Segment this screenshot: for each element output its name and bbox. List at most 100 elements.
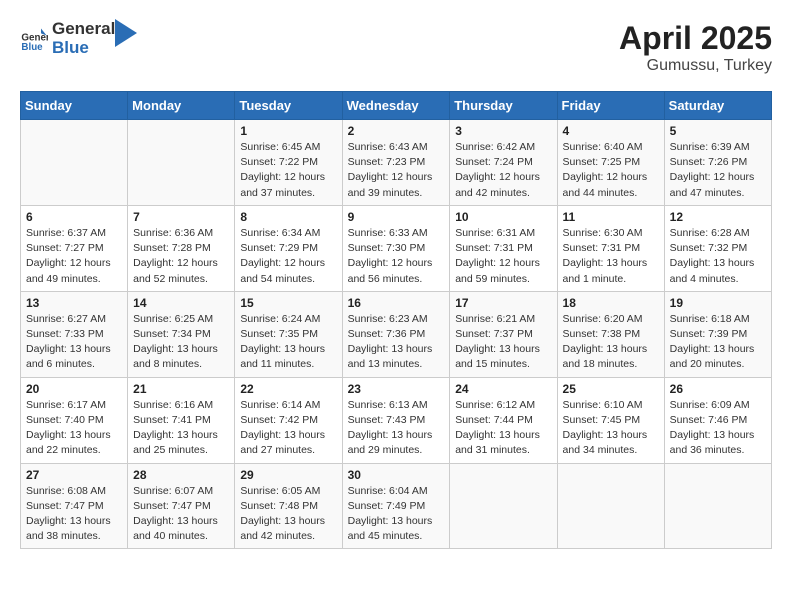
- day-info: Sunrise: 6:42 AM Sunset: 7:24 PM Dayligh…: [455, 140, 551, 201]
- day-info: Sunrise: 6:33 AM Sunset: 7:30 PM Dayligh…: [348, 226, 445, 287]
- day-info: Sunrise: 6:30 AM Sunset: 7:31 PM Dayligh…: [563, 226, 659, 287]
- calendar-table: SundayMondayTuesdayWednesdayThursdayFrid…: [20, 91, 772, 549]
- day-info: Sunrise: 6:09 AM Sunset: 7:46 PM Dayligh…: [670, 398, 766, 459]
- calendar-cell: [664, 463, 771, 549]
- day-number: 13: [26, 296, 122, 310]
- day-number: 2: [348, 124, 445, 138]
- day-info: Sunrise: 6:20 AM Sunset: 7:38 PM Dayligh…: [563, 312, 659, 373]
- day-number: 15: [240, 296, 336, 310]
- day-number: 9: [348, 210, 445, 224]
- day-info: Sunrise: 6:17 AM Sunset: 7:40 PM Dayligh…: [26, 398, 122, 459]
- weekday-header-friday: Friday: [557, 92, 664, 120]
- day-number: 28: [133, 468, 229, 482]
- calendar-cell: 28 Sunrise: 6:07 AM Sunset: 7:47 PM Dayli…: [128, 463, 235, 549]
- logo: General Blue General Blue: [20, 20, 137, 57]
- day-number: 5: [670, 124, 766, 138]
- calendar-cell: 7Sunrise: 6:36 AM Sunset: 7:28 PM Daylig…: [128, 205, 235, 291]
- day-info: Sunrise: 6:14 AM Sunset: 7:42 PM Dayligh…: [240, 398, 336, 459]
- day-number: 29: [240, 468, 336, 482]
- calendar-cell: 17Sunrise: 6:21 AM Sunset: 7:37 PM Dayli…: [450, 291, 557, 377]
- day-number: 30: [348, 468, 445, 482]
- day-number: 7: [133, 210, 229, 224]
- calendar-cell: 18 Sunrise: 6:20 AM Sunset: 7:38 PM Dayli…: [557, 291, 664, 377]
- day-info: Sunrise: 6:18 AM Sunset: 7:39 PM Dayligh…: [670, 312, 766, 373]
- day-info: Sunrise: 6:13 AM Sunset: 7:43 PM Dayligh…: [348, 398, 445, 459]
- calendar-cell: 25Sunrise: 6:10 AM Sunset: 7:45 PM Dayli…: [557, 377, 664, 463]
- weekday-header-tuesday: Tuesday: [235, 92, 342, 120]
- calendar-cell: 16Sunrise: 6:23 AM Sunset: 7:36 PM Dayli…: [342, 291, 450, 377]
- day-info: Sunrise: 6:24 AM Sunset: 7:35 PM Dayligh…: [240, 312, 336, 373]
- calendar-cell: 27Sunrise: 6:08 AM Sunset: 7:47 PM Dayli…: [21, 463, 128, 549]
- calendar-cell: 15 Sunrise: 6:24 AM Sunset: 7:35 PM Dayli…: [235, 291, 342, 377]
- calendar-cell: 9 Sunrise: 6:33 AM Sunset: 7:30 PM Daylig…: [342, 205, 450, 291]
- day-info: Sunrise: 6:04 AM Sunset: 7:49 PM Dayligh…: [348, 484, 445, 545]
- day-number: 23: [348, 382, 445, 396]
- day-number: 27: [26, 468, 122, 482]
- calendar-cell: 10 Sunrise: 6:31 AM Sunset: 7:31 PM Dayli…: [450, 205, 557, 291]
- day-info: Sunrise: 6:31 AM Sunset: 7:31 PM Dayligh…: [455, 226, 551, 287]
- day-info: Sunrise: 6:43 AM Sunset: 7:23 PM Dayligh…: [348, 140, 445, 201]
- logo-general-text: General: [52, 20, 115, 39]
- day-info: Sunrise: 6:39 AM Sunset: 7:26 PM Dayligh…: [670, 140, 766, 201]
- weekday-header-row: SundayMondayTuesdayWednesdayThursdayFrid…: [21, 92, 772, 120]
- day-number: 24: [455, 382, 551, 396]
- day-info: Sunrise: 6:07 AM Sunset: 7:47 PM Dayligh…: [133, 484, 229, 545]
- logo-icon: General Blue: [20, 25, 48, 53]
- calendar-cell: 23 Sunrise: 6:13 AM Sunset: 7:43 PM Dayli…: [342, 377, 450, 463]
- calendar-cell: 11Sunrise: 6:30 AM Sunset: 7:31 PM Dayli…: [557, 205, 664, 291]
- calendar-cell: [450, 463, 557, 549]
- day-number: 14: [133, 296, 229, 310]
- day-info: Sunrise: 6:28 AM Sunset: 7:32 PM Dayligh…: [670, 226, 766, 287]
- calendar-week-2: 6Sunrise: 6:37 AM Sunset: 7:27 PM Daylig…: [21, 205, 772, 291]
- day-number: 19: [670, 296, 766, 310]
- logo-arrow-icon: [115, 19, 137, 49]
- day-number: 26: [670, 382, 766, 396]
- calendar-week-4: 20 Sunrise: 6:17 AM Sunset: 7:40 PM Dayli…: [21, 377, 772, 463]
- calendar-cell: 6Sunrise: 6:37 AM Sunset: 7:27 PM Daylig…: [21, 205, 128, 291]
- day-info: Sunrise: 6:23 AM Sunset: 7:36 PM Dayligh…: [348, 312, 445, 373]
- calendar-cell: [21, 120, 128, 206]
- day-info: Sunrise: 6:40 AM Sunset: 7:25 PM Dayligh…: [563, 140, 659, 201]
- day-info: Sunrise: 6:21 AM Sunset: 7:37 PM Dayligh…: [455, 312, 551, 373]
- day-info: Sunrise: 6:12 AM Sunset: 7:44 PM Dayligh…: [455, 398, 551, 459]
- logo-blue-text: Blue: [52, 39, 115, 58]
- calendar-cell: 8Sunrise: 6:34 AM Sunset: 7:29 PM Daylig…: [235, 205, 342, 291]
- weekday-header-thursday: Thursday: [450, 92, 557, 120]
- calendar-cell: 12 Sunrise: 6:28 AM Sunset: 7:32 PM Dayli…: [664, 205, 771, 291]
- location-title: Gumussu, Turkey: [619, 57, 772, 75]
- weekday-header-wednesday: Wednesday: [342, 92, 450, 120]
- calendar-cell: 1Sunrise: 6:45 AM Sunset: 7:22 PM Daylig…: [235, 120, 342, 206]
- day-info: Sunrise: 6:16 AM Sunset: 7:41 PM Dayligh…: [133, 398, 229, 459]
- calendar-week-5: 27Sunrise: 6:08 AM Sunset: 7:47 PM Dayli…: [21, 463, 772, 549]
- svg-text:Blue: Blue: [21, 42, 43, 53]
- calendar-week-3: 13Sunrise: 6:27 AM Sunset: 7:33 PM Dayli…: [21, 291, 772, 377]
- day-number: 18: [563, 296, 659, 310]
- weekday-header-monday: Monday: [128, 92, 235, 120]
- day-number: 3: [455, 124, 551, 138]
- day-number: 21: [133, 382, 229, 396]
- day-info: Sunrise: 6:10 AM Sunset: 7:45 PM Dayligh…: [563, 398, 659, 459]
- weekday-header-sunday: Sunday: [21, 92, 128, 120]
- calendar-cell: 5 Sunrise: 6:39 AM Sunset: 7:26 PM Daylig…: [664, 120, 771, 206]
- day-number: 20: [26, 382, 122, 396]
- calendar-cell: 24 Sunrise: 6:12 AM Sunset: 7:44 PM Dayli…: [450, 377, 557, 463]
- page-header: General Blue General Blue April 2025 Gum…: [20, 20, 772, 75]
- calendar-cell: 14 Sunrise: 6:25 AM Sunset: 7:34 PM Dayli…: [128, 291, 235, 377]
- calendar-cell: [557, 463, 664, 549]
- calendar-week-1: 1Sunrise: 6:45 AM Sunset: 7:22 PM Daylig…: [21, 120, 772, 206]
- day-info: Sunrise: 6:25 AM Sunset: 7:34 PM Dayligh…: [133, 312, 229, 373]
- day-number: 22: [240, 382, 336, 396]
- calendar-cell: 19 Sunrise: 6:18 AM Sunset: 7:39 PM Dayli…: [664, 291, 771, 377]
- calendar-cell: 13Sunrise: 6:27 AM Sunset: 7:33 PM Dayli…: [21, 291, 128, 377]
- calendar-cell: 26 Sunrise: 6:09 AM Sunset: 7:46 PM Dayli…: [664, 377, 771, 463]
- day-number: 12: [670, 210, 766, 224]
- calendar-cell: [128, 120, 235, 206]
- day-number: 8: [240, 210, 336, 224]
- calendar-cell: 3 Sunrise: 6:42 AM Sunset: 7:24 PM Daylig…: [450, 120, 557, 206]
- calendar-cell: 30 Sunrise: 6:04 AM Sunset: 7:49 PM Dayli…: [342, 463, 450, 549]
- calendar-cell: 4Sunrise: 6:40 AM Sunset: 7:25 PM Daylig…: [557, 120, 664, 206]
- day-number: 10: [455, 210, 551, 224]
- calendar-cell: 21 Sunrise: 6:16 AM Sunset: 7:41 PM Dayli…: [128, 377, 235, 463]
- day-info: Sunrise: 6:37 AM Sunset: 7:27 PM Dayligh…: [26, 226, 122, 287]
- month-title: April 2025: [619, 20, 772, 57]
